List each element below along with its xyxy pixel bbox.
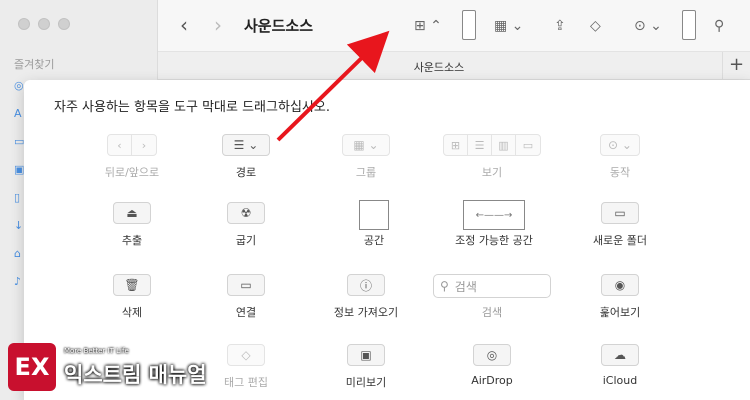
logo-tagline: More Better IT Life: [64, 347, 129, 355]
logo-name: 익스트림 매뉴얼: [64, 363, 207, 387]
logo-mark: EX: [8, 343, 56, 391]
red-arrow: [276, 30, 390, 142]
brand-logo: EX More Better IT Life 익스트림 매뉴얼: [8, 343, 207, 395]
finder-window: 즐겨찾기 ◎ A ▭ ▣ ▯ ↓ ⌂ ♪ ‹ › 사운드소스 ⊞ ⌃ ▦ ⌄ ⇪…: [0, 0, 750, 400]
